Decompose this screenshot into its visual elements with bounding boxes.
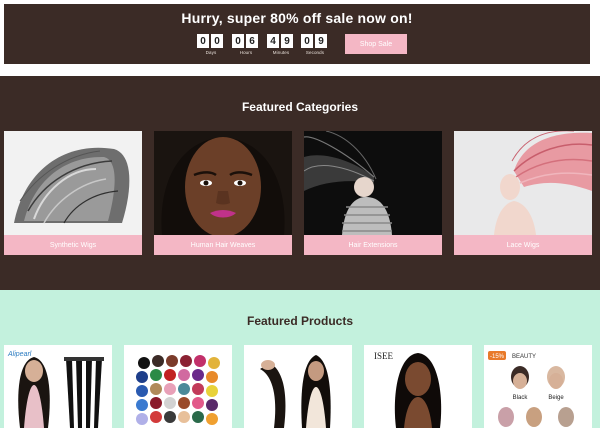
countdown-digit: 0: [301, 34, 313, 48]
countdown-days: 0 0 Days: [197, 34, 225, 55]
color-swatch-label: Beige: [548, 395, 564, 401]
sale-title: Hurry, super 80% off sale now on!: [181, 10, 413, 26]
category-label[interactable]: Lace Wigs: [454, 235, 592, 255]
countdown-minutes: 4 9 Minutes: [267, 34, 295, 55]
discount-badge: -15%: [490, 354, 505, 360]
product-card-1[interactable]: Alipearl: [4, 345, 112, 428]
color-swatch-label: Black: [513, 395, 529, 401]
countdown-hours: 0 6 Hours: [232, 34, 260, 55]
countdown-digit: 0: [232, 34, 244, 48]
featured-products-section: Featured Products Alipearl ISEE -15% BEA…: [0, 290, 600, 428]
product-brand: BEAUTY: [512, 354, 536, 360]
category-image-synthetic-wigs[interactable]: [4, 131, 142, 235]
product-brand: Alipearl: [7, 351, 32, 358]
sale-banner: Hurry, super 80% off sale now on! 0 0 Da…: [4, 4, 590, 64]
category-card-human-hair-weaves[interactable]: Human Hair Weaves: [154, 131, 292, 255]
category-card-hair-extensions[interactable]: Hair Extensions: [304, 131, 442, 255]
featured-categories-title: Featured Categories: [241, 100, 359, 114]
category-image-human-hair-weaves[interactable]: [154, 131, 292, 235]
countdown-label: Seconds: [305, 50, 325, 55]
countdown-digit: 9: [315, 34, 327, 48]
countdown-seconds: 0 9 Seconds: [301, 34, 329, 55]
product-card-4[interactable]: ISEE: [364, 345, 472, 428]
product-card-2[interactable]: [124, 345, 232, 428]
countdown-digit: 4: [267, 34, 279, 48]
product-card-3[interactable]: [244, 345, 352, 428]
countdown-label: Days: [205, 50, 217, 55]
product-card-5[interactable]: -15% BEAUTY Black Beige: [484, 345, 592, 428]
product-brand: ISEE: [374, 351, 394, 361]
category-image-lace-wigs[interactable]: [454, 131, 592, 235]
sale-banner-wrapper: Hurry, super 80% off sale now on! 0 0 Da…: [0, 0, 600, 76]
countdown-digit: 9: [281, 34, 293, 48]
category-label[interactable]: Human Hair Weaves: [154, 235, 292, 255]
countdown-digit: 0: [211, 34, 223, 48]
category-card-synthetic-wigs[interactable]: Synthetic Wigs: [4, 131, 142, 255]
category-image-hair-extensions[interactable]: [304, 131, 442, 235]
countdown-digit: 6: [246, 34, 258, 48]
shop-sale-button[interactable]: Shop Sale: [345, 34, 407, 54]
countdown-label: Hours: [239, 50, 253, 55]
category-label[interactable]: Hair Extensions: [304, 235, 442, 255]
category-card-lace-wigs[interactable]: Lace Wigs: [454, 131, 592, 255]
category-label[interactable]: Synthetic Wigs: [4, 235, 142, 255]
countdown-label: Minutes: [272, 50, 290, 55]
featured-categories-section: Featured Categories Synthetic Wigs Human…: [0, 76, 600, 290]
countdown-digit: 0: [197, 34, 209, 48]
featured-products-title: Featured Products: [246, 314, 354, 328]
